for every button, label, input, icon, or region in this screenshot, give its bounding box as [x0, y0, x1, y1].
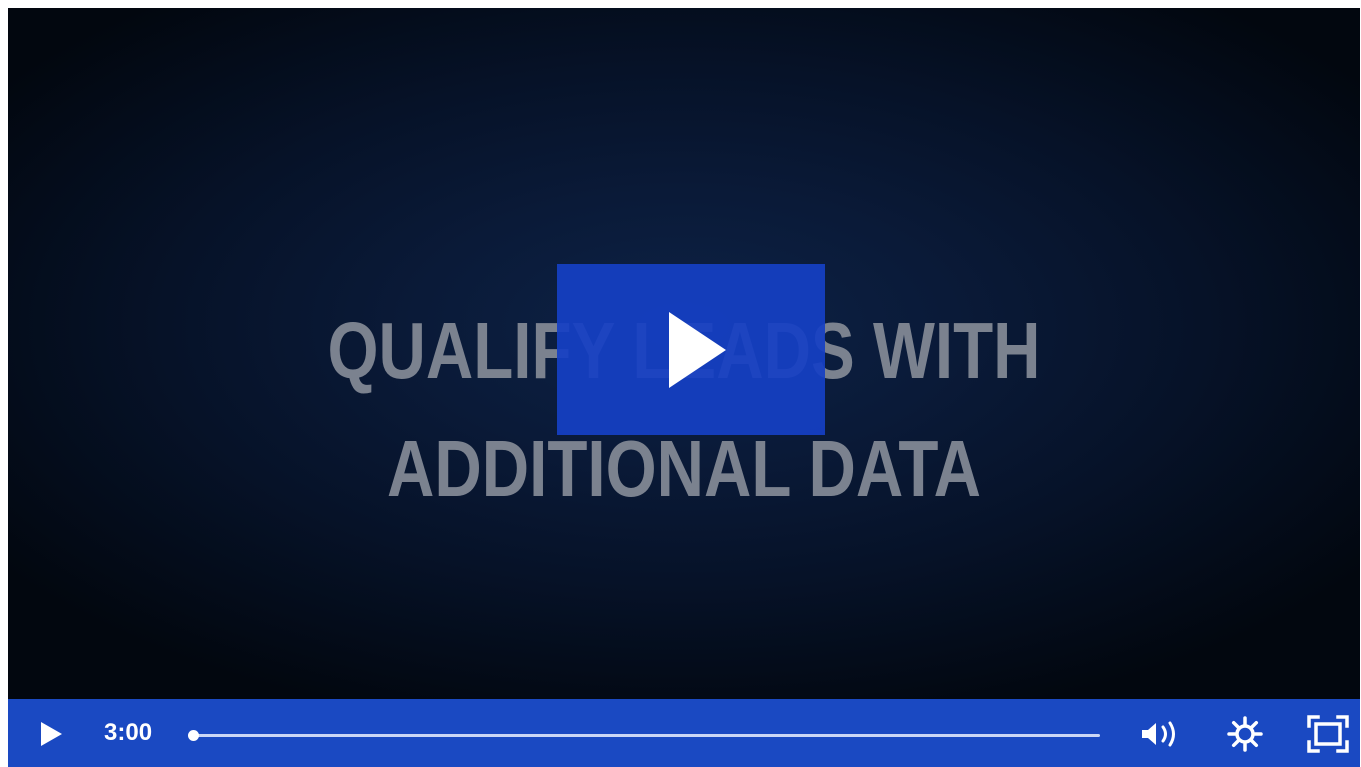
control-bar: 3:00	[8, 699, 1360, 767]
big-play-button[interactable]	[557, 264, 825, 435]
fullscreen-icon	[1307, 715, 1349, 753]
progress-handle[interactable]	[188, 730, 199, 741]
fullscreen-button[interactable]	[1306, 714, 1350, 754]
play-button[interactable]	[38, 716, 66, 752]
gear-icon	[1227, 716, 1263, 752]
time-display: 3:00	[104, 719, 153, 746]
volume-button[interactable]	[1138, 717, 1184, 751]
volume-icon	[1142, 721, 1175, 747]
play-icon	[669, 312, 726, 388]
settings-button[interactable]	[1226, 715, 1264, 753]
video-frame[interactable]: QUALIFY LEADS WITH ADDITIONAL DATA	[8, 8, 1360, 699]
progress-bar[interactable]	[192, 734, 1100, 737]
video-player[interactable]: QUALIFY LEADS WITH ADDITIONAL DATA 3:00	[8, 8, 1360, 767]
play-icon	[41, 722, 62, 746]
